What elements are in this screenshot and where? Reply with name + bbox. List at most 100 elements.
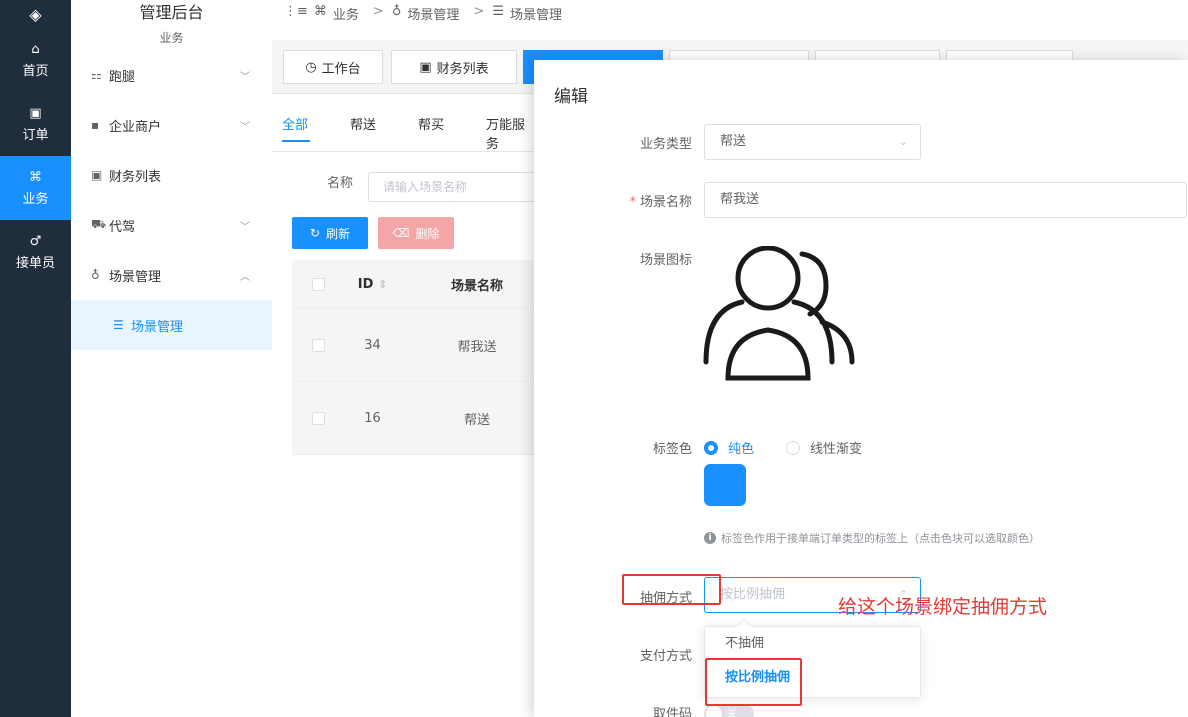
refresh-button[interactable]: ↻ 刷新 <box>292 217 368 249</box>
radio-label: 纯色 <box>728 442 755 457</box>
delete-button[interactable]: ⌫ 删除 <box>378 217 454 249</box>
table-header: ID ⇕ 场景名称 <box>292 260 534 309</box>
commission-placeholder: 按比例抽佣 <box>720 587 786 602</box>
tab-label: 财务列表 <box>436 61 489 77</box>
cell-id: 16 <box>364 410 381 426</box>
scene-name-label-text: 场景名称 <box>639 195 692 210</box>
table-row[interactable]: 34 帮我送 <box>292 309 534 382</box>
tab-workbench[interactable]: ◷ 工作台 <box>283 50 383 84</box>
radio-dot <box>704 440 718 455</box>
sub-menu: 管理后台 业务 ⚏ 跑腿 ﹀ ▪ 企业商户 ﹀ ▣ 财务列表 ⛟ 代驾 ﹀ ♁ … <box>71 0 272 717</box>
column-id[interactable]: ID ⇕ <box>325 277 420 292</box>
subtab-send[interactable]: 帮送 <box>350 114 376 133</box>
refresh-icon: ↻ <box>309 226 321 240</box>
option-no-commission[interactable]: 不抽佣 <box>705 627 920 661</box>
payment-label: 支付方式 <box>639 649 692 664</box>
chevron-down-icon: ⌄ <box>898 135 908 148</box>
home-icon: ⌂ <box>31 41 40 57</box>
logo-icon: ◈ <box>29 4 42 24</box>
chevron-down-icon: ﹀ <box>240 121 250 133</box>
annotation-text: 给这个场景绑定抽佣方式 <box>838 596 1048 618</box>
breadcrumb-item[interactable]: 业务 <box>333 4 359 23</box>
cell-id: 34 <box>364 337 381 353</box>
scene-table: ID ⇕ 场景名称 34 帮我送 16 帮送 <box>292 260 534 455</box>
submenu-item-scene-manage[interactable]: ☰ 场景管理 <box>71 300 272 350</box>
list-icon: ☰ <box>492 4 504 19</box>
tab-label: 工作台 <box>321 61 361 77</box>
delete-label: 删除 <box>415 226 440 241</box>
submenu-item-scene-group[interactable]: ♁ 场景管理 ︿ <box>71 250 272 300</box>
business-type-label: 业务类型 <box>639 137 692 152</box>
hint-text: 标签色作用于接单端订单类型的标签上（点击色块可以选取颜色） <box>721 532 1040 545</box>
list-icon: ☰ <box>113 318 124 332</box>
tab-finance[interactable]: ▣ 财务列表 <box>391 50 517 84</box>
submenu-item-label: 企业商户 <box>109 119 162 135</box>
rail-item-label: 业务 <box>22 191 49 207</box>
chevron-up-icon: ︿ <box>240 271 250 283</box>
orders-icon: ▣ <box>29 105 42 121</box>
refresh-label: 刷新 <box>326 226 351 241</box>
name-filter-label: 名称 <box>327 176 354 191</box>
rail-item-business[interactable]: ⌘ 业务 <box>0 156 71 220</box>
tag-color-hint: i 标签色作用于接单端订单类型的标签上（点击色块可以选取颜色） <box>704 530 1040 546</box>
subtab-all[interactable]: 全部 <box>282 114 308 133</box>
column-id-label: ID <box>357 276 374 292</box>
submenu-item-finance[interactable]: ▣ 财务列表 <box>71 150 272 200</box>
pickup-code-label: 取件码 <box>652 707 692 717</box>
radio-dot <box>786 440 800 455</box>
name-filter-input[interactable]: 请输入场景名称 <box>368 172 538 202</box>
scene-name-input[interactable]: 帮我送 <box>704 182 1187 218</box>
business-type-value: 帮送 <box>720 134 747 149</box>
scene-icon-label: 场景图标 <box>639 253 692 268</box>
subtab-buy[interactable]: 帮买 <box>418 114 444 133</box>
drawer-title: 编辑 <box>554 87 588 107</box>
car-icon: ⛟ <box>91 217 107 231</box>
business-icon: ⌘ <box>29 169 42 185</box>
radio-gradient[interactable]: 线性渐变 <box>786 438 862 457</box>
annotation-box-label <box>622 574 721 605</box>
rail-item-label: 接单员 <box>15 255 55 271</box>
app-title: 管理后台 <box>139 3 204 22</box>
breadcrumb-separator: > <box>372 4 384 19</box>
color-swatch[interactable] <box>704 464 746 506</box>
rail-item-courier[interactable]: ♂ 接单员 <box>0 220 71 284</box>
errand-icon: ⚏ <box>91 68 102 82</box>
breadcrumb-item: 场景管理 <box>509 8 562 23</box>
delete-icon: ⌫ <box>392 226 410 240</box>
collapse-icon[interactable]: ⋮≡ <box>284 4 308 19</box>
breadcrumb-item[interactable]: 场景管理 <box>407 4 459 23</box>
radio-label: 线性渐变 <box>810 442 863 457</box>
rail-item-home[interactable]: ⌂ 首页 <box>0 28 71 92</box>
user-icon: ♁ <box>391 4 402 19</box>
submenu-item-label: 场景管理 <box>131 319 184 335</box>
switch-knob <box>706 706 722 717</box>
rail-item-orders[interactable]: ▣ 订单 <box>0 92 71 156</box>
users-group-icon <box>703 245 855 381</box>
user-icon: ♁ <box>91 268 100 282</box>
business-type-select[interactable]: 帮送 ⌄ <box>704 124 921 160</box>
submenu-item-errand[interactable]: ⚏ 跑腿 ﹀ <box>71 50 272 100</box>
radio-solid[interactable]: 纯色 <box>704 438 754 457</box>
scene-icon-preview[interactable] <box>702 245 858 386</box>
merchant-icon: ▪ <box>91 118 100 132</box>
annotation-box-option <box>705 658 802 706</box>
subtab-service[interactable]: 万能服务 <box>486 114 534 152</box>
info-icon: i <box>704 532 716 544</box>
business-icon: ⌘ <box>313 4 327 19</box>
row-checkbox[interactable] <box>312 338 325 352</box>
submenu-item-driving[interactable]: ⛟ 代驾 ﹀ <box>71 200 272 250</box>
chevron-down-icon: ﹀ <box>240 221 250 233</box>
active-tab-indicator <box>282 140 310 142</box>
breadcrumb-separator: > <box>473 4 485 19</box>
breadcrumb: ⋮≡ ⌘ 业务 > ♁ 场景管理 > ☰ 场景管理 <box>272 0 1188 40</box>
submenu-item-label: 财务列表 <box>109 169 162 185</box>
rail-item-label: 首页 <box>22 63 49 79</box>
sort-icon[interactable]: ⇕ <box>378 278 387 291</box>
rail-item-label: 订单 <box>22 127 49 143</box>
select-all-checkbox[interactable] <box>312 277 325 291</box>
submenu-item-merchant[interactable]: ▪ 企业商户 ﹀ <box>71 100 272 150</box>
scene-type-tabs: 全部 帮送 帮买 万能服务 <box>272 94 534 152</box>
row-checkbox[interactable] <box>312 411 325 425</box>
tag-color-label: 标签色 <box>652 442 692 457</box>
table-row[interactable]: 16 帮送 <box>292 382 534 455</box>
